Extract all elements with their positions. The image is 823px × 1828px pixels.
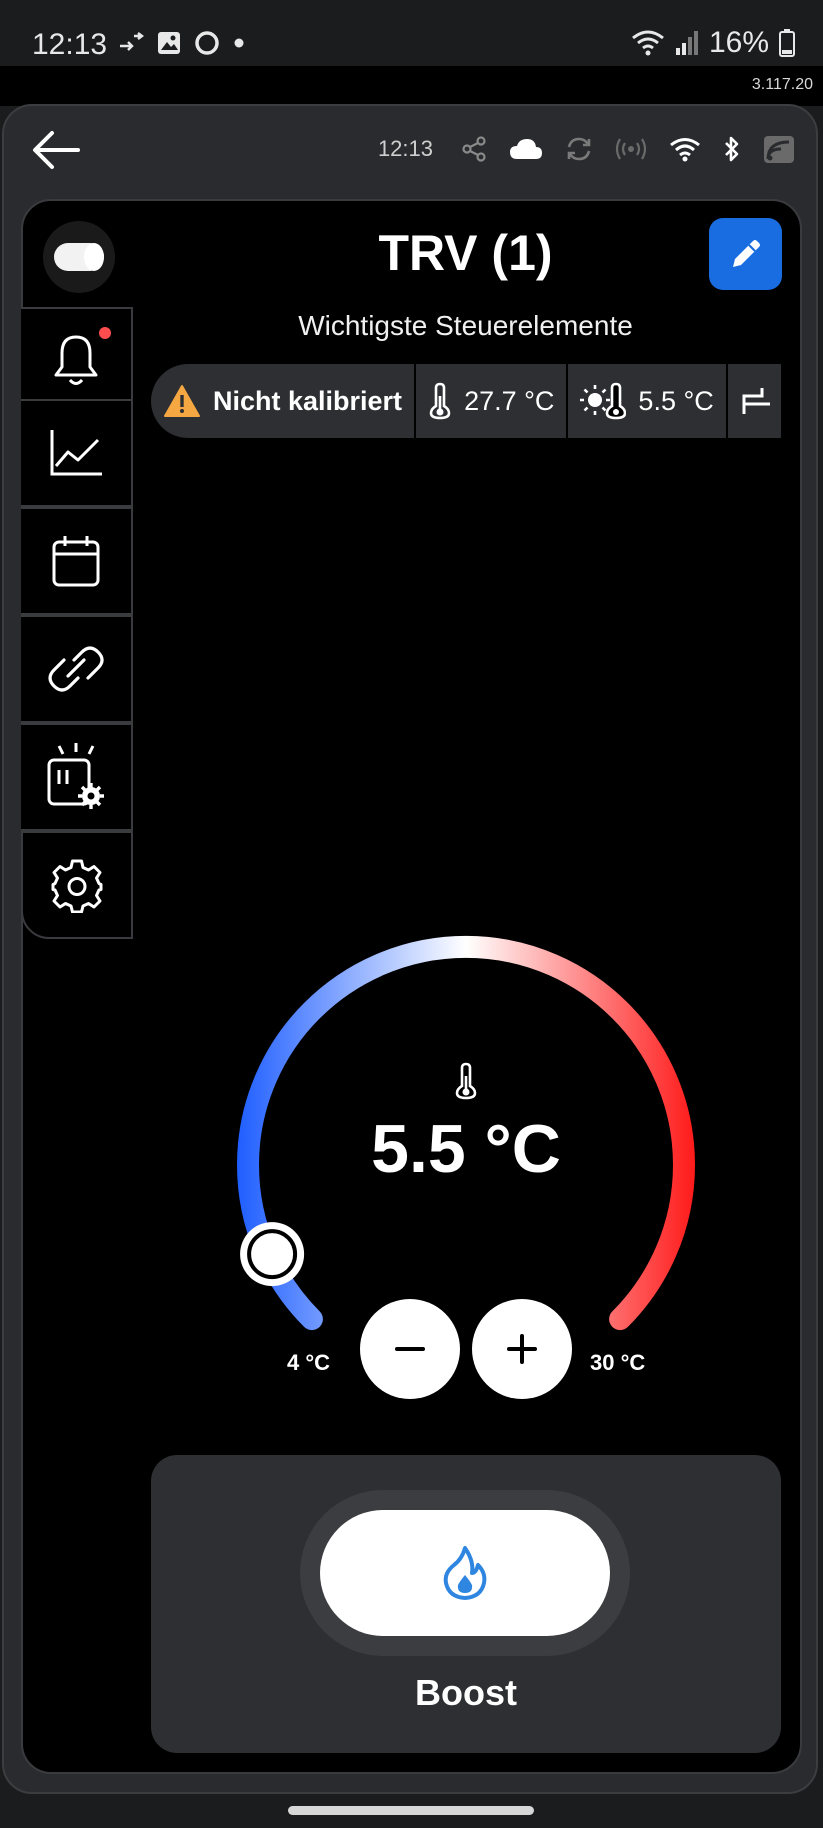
home-indicator[interactable] [288,1806,534,1815]
dial-thumb[interactable] [240,1222,305,1287]
plus-icon [507,1334,537,1364]
dial-min-label: 4 °C [287,1350,331,1375]
boost-button[interactable] [320,1510,610,1636]
minus-icon [395,1347,425,1351]
flame-icon [443,1546,487,1600]
dial-value: 5.5 °C [371,1111,561,1187]
increase-button[interactable] [472,1299,572,1399]
decrease-button[interactable] [360,1299,460,1399]
boost-label: Boost [415,1672,517,1713]
dial-max-label: 30 °C [590,1350,646,1375]
dial-thermometer-icon [455,1062,477,1100]
